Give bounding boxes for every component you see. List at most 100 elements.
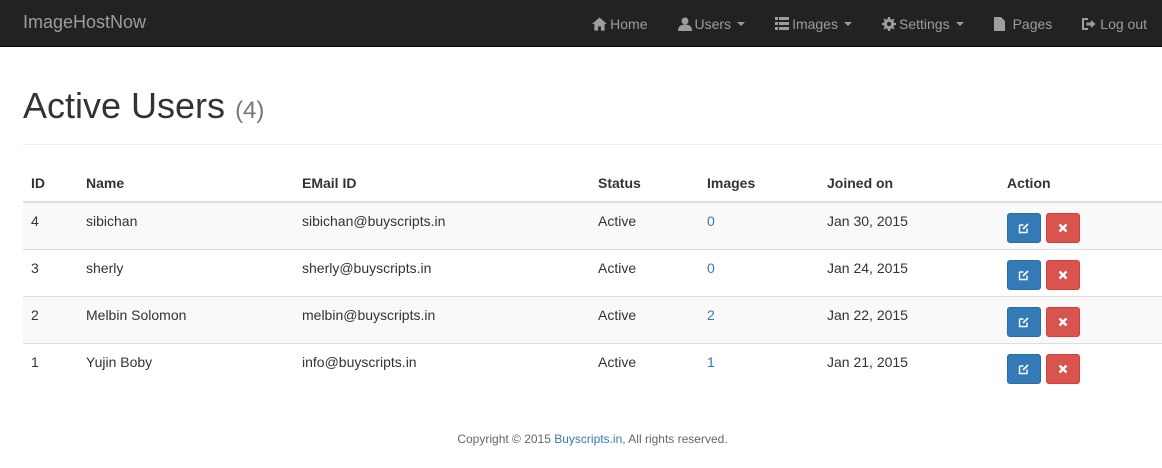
nav-settings-label: Settings bbox=[898, 15, 950, 32]
brand-link[interactable]: ImageHostNow bbox=[23, 0, 146, 47]
cell-email: info@buyscripts.in bbox=[294, 342, 590, 390]
cell-actions bbox=[999, 248, 1162, 296]
user-id: 4 bbox=[31, 212, 39, 229]
user-name: Yujin Boby bbox=[86, 353, 153, 370]
chevron-down-icon bbox=[955, 21, 964, 26]
column-header-action: Action bbox=[999, 164, 1162, 203]
user-email: sibichan@buyscripts.in bbox=[302, 212, 446, 229]
page-footer: Copyright © 2015 Buyscripts.in, All righ… bbox=[0, 432, 1162, 446]
table-row: 3 sherly sherly@buyscripts.in Active 0 J… bbox=[23, 248, 1162, 296]
column-header-joined: Joined on bbox=[819, 164, 999, 203]
user-email: sherly@buyscripts.in bbox=[302, 259, 432, 276]
cell-images: 1 bbox=[699, 342, 819, 390]
user-email: melbin@buyscripts.in bbox=[302, 306, 436, 323]
cell-name: Melbin Solomon bbox=[78, 295, 294, 343]
cell-id: 1 bbox=[23, 342, 78, 390]
users-table: ID Name EMail ID Status Images Joined on… bbox=[23, 164, 1162, 390]
nav-logout-label: Log out bbox=[1100, 15, 1147, 32]
cell-name: sibichan bbox=[78, 201, 294, 249]
cell-status: Active bbox=[590, 248, 699, 296]
nav-users-dropdown[interactable]: Users bbox=[663, 0, 761, 47]
cell-joined: Jan 21, 2015 bbox=[819, 342, 999, 390]
edit-icon bbox=[1018, 316, 1029, 327]
user-icon bbox=[677, 17, 692, 31]
user-images-link[interactable]: 1 bbox=[707, 354, 715, 370]
cell-name: Yujin Boby bbox=[78, 342, 294, 390]
edit-icon bbox=[1018, 223, 1029, 233]
user-name: sibichan bbox=[86, 212, 138, 229]
column-header-images: Images bbox=[699, 164, 819, 203]
delete-user-button[interactable] bbox=[1045, 353, 1080, 384]
cell-images: 0 bbox=[699, 201, 819, 249]
edit-user-button[interactable] bbox=[1007, 306, 1041, 337]
cell-email: sibichan@buyscripts.in bbox=[294, 201, 590, 249]
file-icon bbox=[993, 16, 1005, 31]
nav-settings-dropdown[interactable]: Settings bbox=[867, 0, 979, 47]
cell-status: Active bbox=[590, 342, 699, 390]
cell-images: 2 bbox=[699, 295, 819, 343]
delete-user-button[interactable] bbox=[1045, 259, 1080, 290]
edit-icon bbox=[1018, 364, 1029, 374]
cell-name: sherly bbox=[78, 248, 294, 296]
user-images-link[interactable]: 0 bbox=[707, 260, 715, 276]
nav-logout[interactable]: Log out bbox=[1067, 0, 1162, 47]
cell-actions bbox=[999, 342, 1162, 390]
cell-images: 0 bbox=[699, 248, 819, 296]
top-navbar: ImageHostNow Home Users Images Settings … bbox=[0, 0, 1162, 47]
cell-status: Active bbox=[590, 295, 699, 343]
edit-icon bbox=[1018, 269, 1029, 280]
user-images-link[interactable]: 2 bbox=[707, 307, 715, 323]
edit-user-button[interactable] bbox=[1007, 259, 1041, 290]
user-name: sherly bbox=[86, 259, 124, 276]
column-header-name: Name bbox=[78, 164, 294, 203]
column-header-email: EMail ID bbox=[294, 164, 590, 203]
table-row: 4 sibichan sibichan@buyscripts.in Active… bbox=[23, 201, 1162, 249]
user-name: Melbin Solomon bbox=[86, 306, 187, 323]
delete-user-button[interactable] bbox=[1045, 212, 1080, 243]
cell-joined: Jan 24, 2015 bbox=[819, 248, 999, 296]
cell-email: melbin@buyscripts.in bbox=[294, 295, 590, 343]
cell-actions bbox=[999, 295, 1162, 343]
user-id: 3 bbox=[31, 259, 39, 276]
nav-menu: Home Users Images Settings Pages Log out bbox=[577, 0, 1162, 47]
logout-icon bbox=[1082, 17, 1096, 30]
column-header-id: ID bbox=[23, 164, 78, 203]
user-email: info@buyscripts.in bbox=[302, 353, 417, 370]
cell-id: 3 bbox=[23, 248, 78, 296]
user-joined-date: Jan 24, 2015 bbox=[827, 259, 908, 276]
nav-images-label: Images bbox=[792, 15, 838, 32]
edit-user-button[interactable] bbox=[1007, 212, 1041, 243]
user-count-badge: (4) bbox=[235, 97, 265, 124]
user-status: Active bbox=[598, 353, 637, 370]
list-icon bbox=[775, 17, 790, 30]
page-title: Active Users (4) bbox=[23, 86, 264, 131]
nav-home[interactable]: Home bbox=[577, 0, 662, 47]
user-status: Active bbox=[598, 212, 637, 229]
table-row: 2 Melbin Solomon melbin@buyscripts.in Ac… bbox=[23, 295, 1162, 343]
copyright-text: Copyright © 2015 bbox=[457, 432, 555, 446]
close-icon bbox=[1058, 270, 1068, 279]
user-status: Active bbox=[598, 306, 637, 323]
chevron-down-icon bbox=[843, 21, 852, 26]
user-id: 2 bbox=[31, 306, 39, 323]
cell-id: 4 bbox=[23, 201, 78, 249]
cell-actions bbox=[999, 201, 1162, 249]
nav-pages-label: Pages bbox=[1012, 15, 1053, 32]
column-header-status: Status bbox=[590, 164, 699, 203]
user-joined-date: Jan 21, 2015 bbox=[827, 353, 908, 370]
nav-images-dropdown[interactable]: Images bbox=[760, 0, 867, 47]
cell-status: Active bbox=[590, 201, 699, 249]
rights-text: , All rights reserved. bbox=[622, 432, 728, 446]
close-icon bbox=[1058, 223, 1068, 233]
nav-users-label: Users bbox=[694, 15, 732, 32]
delete-user-button[interactable] bbox=[1045, 306, 1080, 337]
buyscripts-link[interactable]: Buyscripts.in bbox=[554, 432, 622, 446]
user-images-link[interactable]: 0 bbox=[707, 213, 715, 229]
nav-pages[interactable]: Pages bbox=[979, 0, 1068, 47]
cell-id: 2 bbox=[23, 295, 78, 343]
edit-user-button[interactable] bbox=[1007, 353, 1041, 384]
user-joined-date: Jan 30, 2015 bbox=[827, 212, 908, 229]
gear-icon bbox=[881, 16, 896, 31]
table-row: 1 Yujin Boby info@buyscripts.in Active 1… bbox=[23, 342, 1162, 390]
user-status: Active bbox=[598, 259, 637, 276]
